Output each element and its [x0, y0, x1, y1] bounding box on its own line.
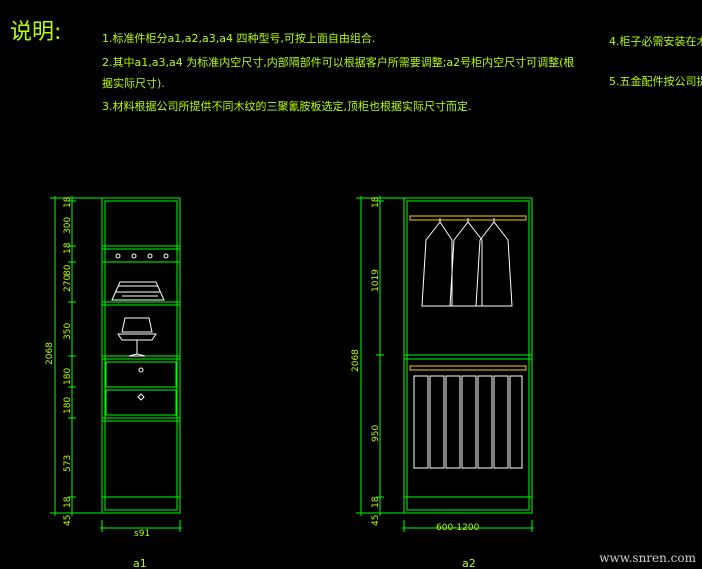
- hat-on-stand-icon: [117, 317, 157, 357]
- a1-drawer-knob: [138, 367, 144, 373]
- a1-dim: 180: [63, 368, 73, 385]
- a1-dim: 45: [63, 515, 73, 526]
- jackets-icon: [421, 218, 513, 307]
- a1-drawer-1: [105, 361, 177, 388]
- a1-dim: 180: [63, 397, 73, 414]
- cabinet-a2-label: a2: [462, 557, 476, 569]
- trousers-icon: [413, 375, 523, 469]
- drawing-canvas: 2068 18 300 18 80 270 350 180 180 573 18…: [45, 196, 534, 569]
- a1-dim: 573: [63, 455, 73, 472]
- a2-width: 600-1200: [436, 523, 480, 533]
- folded-clothes-icon: [111, 281, 165, 301]
- a1-dim: 80: [63, 264, 73, 276]
- cabinet-a1-label: a1: [133, 557, 147, 569]
- a1-dim: 18: [63, 242, 73, 254]
- a1-drawer-knob: [137, 393, 145, 401]
- a1-dim: 18: [63, 496, 73, 508]
- a2-dim: 950: [371, 425, 381, 442]
- a2-dim: 18: [371, 196, 381, 208]
- a1-small-items: [115, 253, 169, 259]
- a2-dim: 18: [371, 496, 381, 508]
- a1-dim: 350: [63, 323, 73, 340]
- a1-dim: 18: [63, 196, 73, 208]
- a1-total-height: 2068: [45, 342, 55, 365]
- hanging-rod-lower: [409, 365, 527, 371]
- a1-dim: 270: [63, 275, 73, 292]
- a1-dim: 300: [63, 217, 73, 234]
- a2-total-height: 2068: [351, 349, 361, 372]
- a2-dim: 45: [371, 515, 381, 526]
- cabinet-a2: [356, 196, 534, 532]
- a2-dim: 1019: [371, 269, 381, 292]
- a1-width: s91: [134, 529, 150, 539]
